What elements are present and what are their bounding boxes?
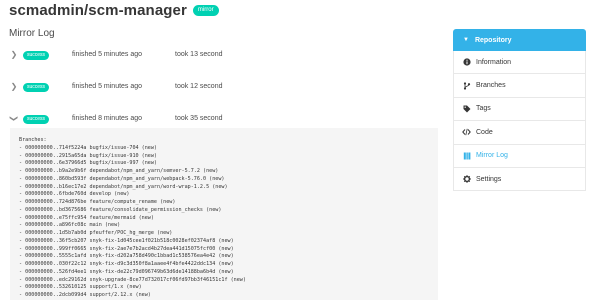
log-line: - 000000000..526fd4ee1 snyk-fix-de22c79d… xyxy=(19,268,234,275)
log-line: - 000000000..724d876be feature/compute_r… xyxy=(19,199,176,205)
log-line: - 000000000..860bd593f dependabot/npm_an… xyxy=(19,175,225,182)
log-line: - 000000000..36f5cb207 snyk-fix-1d045cee… xyxy=(19,237,234,244)
repo-header: scmadmin/scm-manager mirror xyxy=(9,2,219,19)
sidebar-item-information[interactable]: Information xyxy=(453,51,586,75)
sidebar-item-tags[interactable]: Tags xyxy=(453,97,586,122)
log-line: - 000000000..1d5b7ab0d pfeuffer/POC_hg_m… xyxy=(19,230,173,236)
duration: took 35 second xyxy=(175,115,223,122)
chevron-right-icon[interactable]: ❯ xyxy=(10,82,18,91)
finished-time: finished 5 minutes ago xyxy=(72,83,143,90)
finished-time: finished 5 minutes ago xyxy=(72,51,143,58)
status-badge: success xyxy=(23,51,50,60)
status-badge: success xyxy=(23,83,50,92)
status-badge: success xyxy=(23,115,50,124)
mirror-log-icon xyxy=(462,152,471,160)
sidebar-item-label: Tags xyxy=(476,105,491,113)
log-line: - 000000000..a896fc08c main (new) xyxy=(19,222,121,229)
repo-title: scmadmin/scm-manager xyxy=(9,2,187,19)
sidebar-item-label: Mirror Log xyxy=(476,152,508,160)
sidebar-item-code[interactable]: Code xyxy=(453,121,586,145)
info-circle-icon xyxy=(462,58,471,66)
sidebar-item-branches[interactable]: Branches xyxy=(453,74,586,98)
sidebar-item-label: Information xyxy=(476,58,512,66)
log-line: Branches: xyxy=(19,137,47,143)
sidebar-item-settings[interactable]: Settings xyxy=(453,167,586,192)
sidebar-header-label: Repository xyxy=(474,36,512,44)
log-line: - 000000000..2dcb099d4 support/2.12.x (n… xyxy=(19,292,151,298)
mirror-tag: mirror xyxy=(192,5,219,16)
sidebar-item-label: Code xyxy=(476,128,493,136)
mirror-log-list: ❯ success finished 5 minutes ago took 13… xyxy=(0,44,440,140)
duration: took 12 second xyxy=(175,83,223,90)
code-branch-icon xyxy=(462,81,471,90)
log-line: - 000000000..b9a2e9b6f dependabot/npm_an… xyxy=(19,168,219,174)
log-output: Branches: - 000000000..714f5224a bugfix/i… xyxy=(10,128,438,300)
log-line: - 000000000..030f22c12 snyk-fix-d9c3d350… xyxy=(19,261,234,267)
code-icon xyxy=(462,128,471,136)
sidebar-item-label: Settings xyxy=(476,175,502,183)
sidebar-item-mirror-log[interactable]: Mirror Log xyxy=(453,144,586,168)
sidebar-item-label: Branches xyxy=(476,82,506,90)
tags-icon xyxy=(462,105,471,113)
log-line: - 000000000..999ff0665 snyk-fix-2ae7e7b2… xyxy=(19,245,234,252)
log-line: - 000000000..edc29162d snyk-upgrade-8ce7… xyxy=(19,276,246,283)
log-line: - 000000000..5555c1afd snyk-fix-d202a758… xyxy=(19,253,234,260)
log-line: - 000000000..b16ec17e2 dependabot/npm_an… xyxy=(19,183,228,190)
chevron-down-icon[interactable]: ❯ xyxy=(10,115,19,123)
caret-down-icon: ▼ xyxy=(463,37,469,43)
gear-icon xyxy=(462,175,471,183)
log-line: - 000000000..bd3675686 feature/consolida… xyxy=(19,206,222,213)
log-entry[interactable]: ❯ success finished 5 minutes ago took 13… xyxy=(0,44,440,76)
repository-sidebar: ▼ Repository Information Branches Tags C… xyxy=(453,29,586,192)
sidebar-header[interactable]: ▼ Repository xyxy=(453,29,586,51)
log-entry[interactable]: ❯ success finished 5 minutes ago took 12… xyxy=(0,76,440,108)
log-line: - 000000000..e75ffc954 feature/mermaid (… xyxy=(19,214,154,221)
log-line: - 000000000..6e37966d5 bugfix/issue-997 … xyxy=(19,160,158,167)
log-line: - 000000000..2915a65da bugfix/issue-910 … xyxy=(19,152,158,159)
page-subtitle: Mirror Log xyxy=(9,28,55,39)
log-line: - 000000000..714f5224a bugfix/issue-704 … xyxy=(19,144,158,151)
duration: took 13 second xyxy=(175,51,223,58)
log-line: - 000000000..6fbde760d develop (new) xyxy=(19,191,130,198)
chevron-right-icon[interactable]: ❯ xyxy=(10,50,18,59)
finished-time: finished 8 minutes ago xyxy=(72,115,143,122)
log-line: - 000000000..532610125 support/1.x (new) xyxy=(19,284,142,291)
